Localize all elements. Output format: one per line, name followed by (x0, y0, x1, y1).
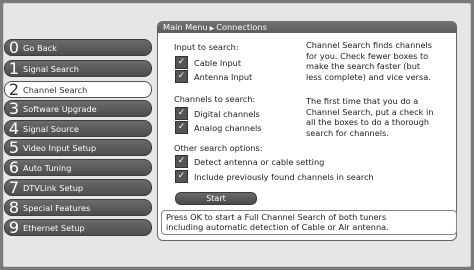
cable-input-checkbox[interactable]: ✓ (175, 56, 188, 69)
description-line: all the boxes to do a thorough (306, 117, 430, 127)
digital-channels-label: Digital channels (194, 109, 260, 119)
menu-number: 4 (8, 119, 20, 138)
menu-item-signal-source[interactable]: 4 Signal Source (4, 120, 152, 137)
detect-setting-checkbox[interactable]: ✓ (175, 155, 188, 168)
antenna-input-label: Antenna Input (194, 72, 253, 82)
input-section-title: Input to search: (174, 42, 239, 52)
description-line: Channel Search, put a check in (306, 106, 434, 117)
menu-item-special-features[interactable]: 8 Special Features (4, 199, 152, 216)
menu-label: Signal Search (23, 63, 79, 74)
menu-label: Signal Source (23, 123, 79, 134)
breadcrumb-main: Main Menu (163, 22, 208, 32)
antenna-input-checkbox[interactable]: ✓ (175, 70, 188, 83)
menu-item-go-back[interactable]: 0 Go Back (4, 39, 152, 56)
menu-number: 1 (8, 59, 20, 78)
description-line: for you. Check fewer boxes to (306, 50, 429, 61)
menu-number: 8 (8, 198, 20, 217)
description-intro: Channel Search finds channels for you. C… (306, 40, 432, 82)
other-section-title: Other search options: (174, 143, 263, 153)
menu-item-video-input-setup[interactable]: 5 Video Input Setup (4, 139, 152, 156)
breadcrumb-current: Connections (216, 22, 267, 32)
breadcrumb-arrow-icon: ▶ (209, 25, 215, 32)
status-line: Press OK to start a Full Channel Search … (166, 212, 387, 222)
description-first-time: The first time that you do a Channel Sea… (306, 96, 433, 138)
menu-label: Auto Tuning (23, 162, 72, 173)
start-button[interactable]: Start (175, 192, 257, 205)
description-line: less complete) and vice versa. (306, 71, 431, 82)
menu-label: DTVLink Setup (23, 182, 84, 193)
menu-item-signal-search[interactable]: 1 Signal Search (4, 60, 152, 77)
detect-setting-label: Detect antenna or cable setting (194, 157, 325, 167)
include-previous-label: Include previously found channels in sea… (194, 172, 374, 182)
menu-item-channel-search[interactable]: 2 Channel Search (4, 81, 152, 98)
menu-label: Software Upgrade (23, 103, 97, 114)
include-previous-checkbox[interactable]: ✓ (175, 170, 188, 183)
menu-label: Channel Search (23, 84, 88, 95)
digital-channels-checkbox[interactable]: ✓ (175, 107, 188, 120)
menu-label: Video Input Setup (23, 142, 97, 153)
description-line: make the search faster (but (306, 61, 421, 71)
menu-number: 9 (8, 218, 20, 237)
channels-section-title: Channels to search: (174, 94, 256, 104)
menu-label: Special Features (23, 202, 91, 213)
status-message: Press OK to start a Full Channel Search … (161, 210, 457, 235)
menu-item-ethernet-setup[interactable]: 9 Ethernet Setup (4, 219, 152, 236)
menu-number: 3 (8, 99, 20, 118)
description-line: The first time that you do a (306, 96, 419, 106)
menu-item-auto-tuning[interactable]: 6 Auto Tuning (4, 159, 152, 176)
menu-item-software-upgrade[interactable]: 3 Software Upgrade (4, 100, 152, 117)
menu-number: 7 (8, 178, 20, 197)
menu-label: Go Back (23, 42, 57, 53)
menu-item-dtvlink-setup[interactable]: 7 DTVLink Setup (4, 179, 152, 196)
menu-number: 6 (8, 158, 20, 177)
breadcrumb: Main Menu ▶ Connections (157, 21, 457, 33)
description-line: Channel Search finds channels (306, 40, 433, 50)
analog-channels-checkbox[interactable]: ✓ (175, 121, 188, 134)
analog-channels-label: Analog channels (194, 123, 262, 133)
menu-number: 0 (8, 38, 20, 57)
status-line: including automatic detection of Cable o… (166, 222, 389, 232)
menu-number: 2 (8, 80, 20, 99)
description-line: search for channels. (306, 127, 389, 138)
menu-number: 5 (8, 138, 20, 157)
menu-label: Ethernet Setup (23, 222, 85, 233)
cable-input-label: Cable Input (194, 58, 242, 68)
